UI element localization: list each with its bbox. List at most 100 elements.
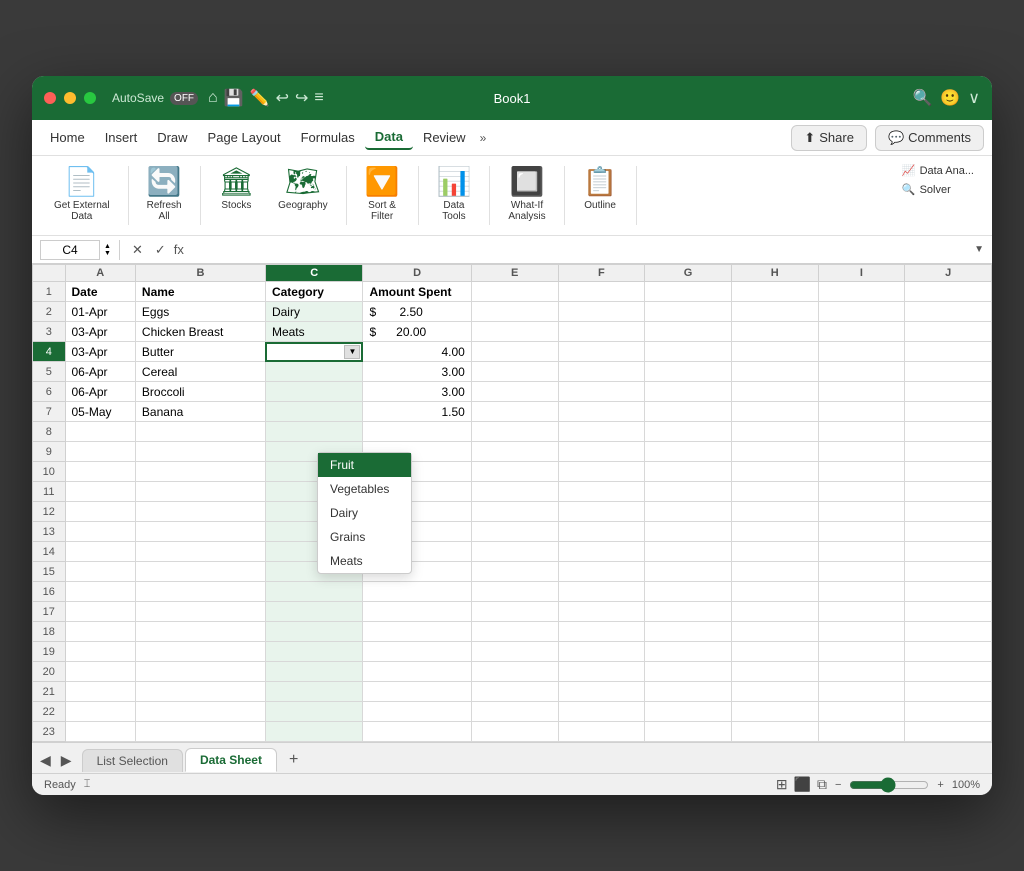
- edit-icon[interactable]: ✏️: [250, 88, 270, 108]
- tab-nav-next[interactable]: ▶: [61, 752, 72, 769]
- cell-g2[interactable]: [645, 302, 732, 322]
- cell-g7[interactable]: [645, 402, 732, 422]
- redo-icon[interactable]: ↪: [295, 88, 308, 108]
- cell-b1[interactable]: Name: [135, 282, 265, 302]
- dropdown-option-dairy[interactable]: Dairy: [318, 501, 411, 525]
- data-tools-button[interactable]: 📊 DataTools: [427, 162, 482, 228]
- cell-e1[interactable]: [471, 282, 558, 302]
- autosave-toggle[interactable]: OFF: [170, 92, 198, 105]
- cell-f2[interactable]: [558, 302, 645, 322]
- cell-b4[interactable]: Butter: [135, 342, 265, 362]
- cell-d3[interactable]: $ 20.00: [363, 322, 471, 342]
- cell-a4[interactable]: 03-Apr: [65, 342, 135, 362]
- menu-item-page-layout[interactable]: Page Layout: [198, 126, 291, 149]
- cell-g4[interactable]: [645, 342, 732, 362]
- save-icon[interactable]: 💾: [224, 88, 244, 108]
- stocks-button[interactable]: 🏛 Stocks: [209, 162, 265, 217]
- tab-list-selection[interactable]: List Selection: [82, 749, 183, 772]
- cell-f5[interactable]: [558, 362, 645, 382]
- dropdown-option-vegetables[interactable]: Vegetables: [318, 477, 411, 501]
- geography-button[interactable]: 🗺 Geography: [268, 162, 337, 217]
- col-header-j[interactable]: J: [905, 265, 992, 282]
- cell-c7[interactable]: [265, 402, 363, 422]
- close-button[interactable]: [44, 92, 56, 104]
- col-header-i[interactable]: I: [818, 265, 905, 282]
- cell-a3[interactable]: 03-Apr: [65, 322, 135, 342]
- dropdown-option-meats[interactable]: Meats: [318, 549, 411, 573]
- cell-e4[interactable]: [471, 342, 558, 362]
- cell-f1[interactable]: [558, 282, 645, 302]
- cell-c6[interactable]: [265, 382, 363, 402]
- cell-j1[interactable]: [905, 282, 992, 302]
- cell-b2[interactable]: Eggs: [135, 302, 265, 322]
- add-sheet-button[interactable]: +: [279, 747, 308, 773]
- page-break-view-icon[interactable]: ⧉: [817, 776, 827, 793]
- cell-h1[interactable]: [731, 282, 818, 302]
- cell-j4[interactable]: [905, 342, 992, 362]
- cell-j6[interactable]: [905, 382, 992, 402]
- cell-f6[interactable]: [558, 382, 645, 402]
- cell-d8[interactable]: [363, 422, 471, 442]
- col-header-g[interactable]: G: [645, 265, 732, 282]
- cell-f3[interactable]: [558, 322, 645, 342]
- cell-h7[interactable]: [731, 402, 818, 422]
- what-if-button[interactable]: 🔲 What-IfAnalysis: [498, 162, 555, 228]
- cell-b3[interactable]: Chicken Breast: [135, 322, 265, 342]
- cell-c5[interactable]: [265, 362, 363, 382]
- cell-b8[interactable]: [135, 422, 265, 442]
- cell-c4[interactable]: ▼: [265, 342, 363, 362]
- home-icon[interactable]: ⌂: [208, 89, 218, 107]
- col-header-d[interactable]: D: [363, 265, 471, 282]
- cell-h4[interactable]: [731, 342, 818, 362]
- cancel-formula-icon[interactable]: ✕: [128, 242, 147, 258]
- cell-i5[interactable]: [818, 362, 905, 382]
- menu-item-draw[interactable]: Draw: [147, 126, 197, 149]
- cell-h3[interactable]: [731, 322, 818, 342]
- cell-d5[interactable]: 3.00: [363, 362, 471, 382]
- refresh-all-button[interactable]: 🔄 RefreshAll: [137, 162, 192, 228]
- normal-view-icon[interactable]: ⊞: [776, 776, 788, 793]
- cell-reference-input[interactable]: [40, 240, 100, 260]
- tab-nav-prev[interactable]: ◀: [40, 752, 51, 769]
- cell-b5[interactable]: Cereal: [135, 362, 265, 382]
- cell-dropdown-button[interactable]: ▼: [344, 345, 360, 359]
- cell-b7[interactable]: Banana: [135, 402, 265, 422]
- page-layout-view-icon[interactable]: ⬛: [794, 776, 811, 793]
- cell-g5[interactable]: [645, 362, 732, 382]
- cell-e6[interactable]: [471, 382, 558, 402]
- confirm-formula-icon[interactable]: ✓: [151, 242, 170, 258]
- cell-d6[interactable]: 3.00: [363, 382, 471, 402]
- cell-g1[interactable]: [645, 282, 732, 302]
- cell-e8[interactable]: [471, 422, 558, 442]
- cell-b6[interactable]: Broccoli: [135, 382, 265, 402]
- menu-item-insert[interactable]: Insert: [95, 126, 148, 149]
- cell-a5[interactable]: 06-Apr: [65, 362, 135, 382]
- cell-d7[interactable]: 1.50: [363, 402, 471, 422]
- cell-a2[interactable]: 01-Apr: [65, 302, 135, 322]
- cell-j5[interactable]: [905, 362, 992, 382]
- dropdown-option-fruit[interactable]: Fruit: [318, 453, 411, 477]
- fullscreen-button[interactable]: [84, 92, 96, 104]
- cell-h6[interactable]: [731, 382, 818, 402]
- zoom-in-icon[interactable]: +: [937, 779, 943, 791]
- cell-d2[interactable]: $ 2.50: [363, 302, 471, 322]
- cell-c8[interactable]: [265, 422, 363, 442]
- cell-a8[interactable]: [65, 422, 135, 442]
- search-icon[interactable]: 🔍: [912, 88, 932, 108]
- cell-i7[interactable]: [818, 402, 905, 422]
- cell-i4[interactable]: [818, 342, 905, 362]
- menu-item-review[interactable]: Review: [413, 126, 476, 149]
- cell-f7[interactable]: [558, 402, 645, 422]
- col-header-f[interactable]: F: [558, 265, 645, 282]
- col-header-h[interactable]: H: [731, 265, 818, 282]
- cell-i3[interactable]: [818, 322, 905, 342]
- cell-a1[interactable]: Date: [65, 282, 135, 302]
- menu-item-data[interactable]: Data: [365, 125, 413, 150]
- col-header-e[interactable]: E: [471, 265, 558, 282]
- cell-a6[interactable]: 06-Apr: [65, 382, 135, 402]
- cell-ref-arrows[interactable]: ▲ ▼: [104, 243, 111, 257]
- menu-item-home[interactable]: Home: [40, 126, 95, 149]
- chevron-down-icon[interactable]: ∨: [968, 88, 980, 108]
- solver-button[interactable]: 🔍 Solver: [896, 181, 980, 198]
- formula-bar-dropdown-icon[interactable]: ▼: [974, 244, 984, 255]
